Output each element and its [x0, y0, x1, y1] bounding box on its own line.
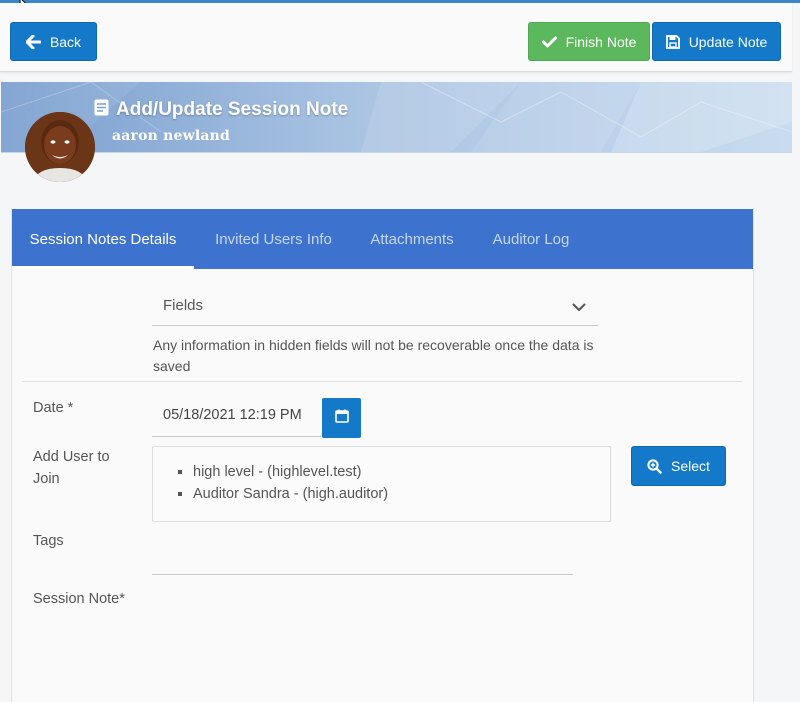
- action-toolbar: Back Finish Note Update Note: [0, 3, 792, 72]
- save-icon: [665, 34, 680, 49]
- select-users-button[interactable]: Select: [631, 446, 726, 486]
- hidden-fields-warning: Any information in hidden fields will no…: [153, 337, 594, 374]
- date-field[interactable]: 05/18/2021 12:19 PM: [152, 399, 321, 437]
- tags-label: Tags: [33, 533, 64, 549]
- tab-label: Invited Users Info: [215, 230, 332, 248]
- tab-label: Attachments: [370, 230, 454, 248]
- zoom-search-icon: [647, 458, 662, 474]
- update-note-button[interactable]: Update Note: [652, 22, 781, 61]
- session-note-label: Session Note*: [33, 591, 125, 607]
- finish-note-label: Finish Note: [565, 33, 637, 50]
- tab-auditor-log[interactable]: Auditor Log: [471, 209, 591, 269]
- tab-session-notes-details[interactable]: Session Notes Details: [12, 209, 194, 269]
- check-icon: [541, 36, 557, 48]
- tags-input[interactable]: [152, 574, 573, 575]
- invited-user-item: high level - (highlevel.test): [193, 461, 610, 483]
- calendar-icon: [334, 409, 349, 428]
- page-header-banner: Add/Update Session Note aaron newland: [1, 82, 792, 153]
- tab-invited-users-info[interactable]: Invited Users Info: [194, 209, 353, 269]
- tab-attachments[interactable]: Attachments: [353, 209, 471, 269]
- update-note-label: Update Note: [688, 33, 768, 50]
- calendar-button[interactable]: [322, 398, 361, 438]
- date-label: Date *: [33, 400, 74, 416]
- section-divider: [22, 381, 742, 382]
- invited-users-list: high level - (highlevel.test) Auditor Sa…: [152, 446, 611, 522]
- chevron-down-icon: [572, 299, 586, 317]
- session-note-panel: Session Notes Details Invited Users Info…: [11, 209, 754, 702]
- client-avatar: [25, 112, 95, 182]
- tab-label: Session Notes Details: [29, 230, 177, 248]
- back-button[interactable]: Back: [10, 22, 97, 61]
- arrow-left-icon: [25, 34, 41, 49]
- add-user-label: Add User to Join: [33, 449, 110, 487]
- select-button-label: Select: [671, 458, 710, 474]
- back-button-label: Back: [49, 33, 82, 50]
- invited-user-item: Auditor Sandra - (high.auditor): [193, 483, 610, 505]
- fields-dropdown-value: Fields: [163, 297, 204, 314]
- tab-label: Auditor Log: [492, 230, 570, 248]
- finish-note-button[interactable]: Finish Note: [528, 22, 650, 61]
- fields-dropdown[interactable]: Fields: [152, 289, 598, 326]
- page-title: Add/Update Session Note: [94, 99, 349, 121]
- client-name: aaron newland: [112, 128, 231, 144]
- tab-bar: Session Notes Details Invited Users Info…: [12, 209, 753, 269]
- document-icon: [94, 99, 109, 122]
- page-title-text: Add/Update Session Note: [116, 99, 349, 120]
